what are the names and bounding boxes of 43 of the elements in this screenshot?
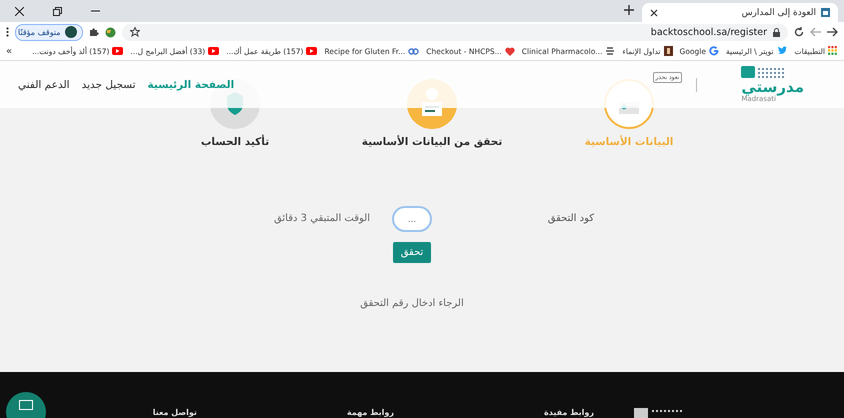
play-icon [208,47,220,55]
school-icon [821,8,830,17]
heart-icon [504,46,515,56]
minimize-icon[interactable] [90,10,100,12]
close-icon[interactable] [14,6,24,16]
timer-text: الوقت المتبقي 3 دقائق [274,212,370,224]
nav-link[interactable]: الدعم الفني [18,78,70,90]
chat-icon [19,400,33,410]
globe-icon[interactable] [104,26,116,38]
new-tab-icon[interactable] [624,5,634,15]
tab-title: العودة إلى المدارس [740,8,816,18]
close-icon[interactable] [650,8,658,16]
hint-text: الرجاء ادخال رقم التحقق [360,298,464,309]
step-label: تأكيد الحساب [200,136,270,148]
step-label: البيانات الأساسية [584,136,674,148]
back-icon[interactable] [827,27,838,37]
logo-name: مدرستي [741,80,804,95]
reload-icon[interactable] [794,27,804,37]
apps-icon [828,46,838,56]
puzzle-icon[interactable] [88,27,99,37]
code-input[interactable]: ... [392,206,432,232]
footer-heading: روابط مفيدة [544,408,594,418]
link-icon [408,48,420,54]
menu-icon[interactable] [6,27,9,37]
verify-button[interactable]: تحقق [392,242,432,263]
restore-icon[interactable] [52,6,62,16]
google-icon [708,46,719,56]
play-icon [112,47,124,55]
nav-link[interactable]: تسجيل جديد [82,78,136,90]
square-icon [664,46,673,56]
browser-tab[interactable]: العودة إلى المدارس [642,3,838,22]
star-icon[interactable] [130,27,140,37]
step-label: تحقق من البيانات الأساسية [362,136,502,148]
footer-heading: تواصل معنا [152,408,197,418]
address-bar[interactable]: backtoschool.sa/register [122,24,788,40]
url-text: backtoschool.sa/register [650,26,767,38]
lock-icon [773,28,780,36]
footer-heading: روابط مهمة [346,408,394,418]
bird-icon [776,46,788,56]
field-label: كود التحقق [546,212,594,224]
more-bookmarks[interactable]: » [6,46,12,56]
profile-button[interactable]: متوقف مؤقتًا [15,24,83,40]
play-icon [306,47,318,55]
